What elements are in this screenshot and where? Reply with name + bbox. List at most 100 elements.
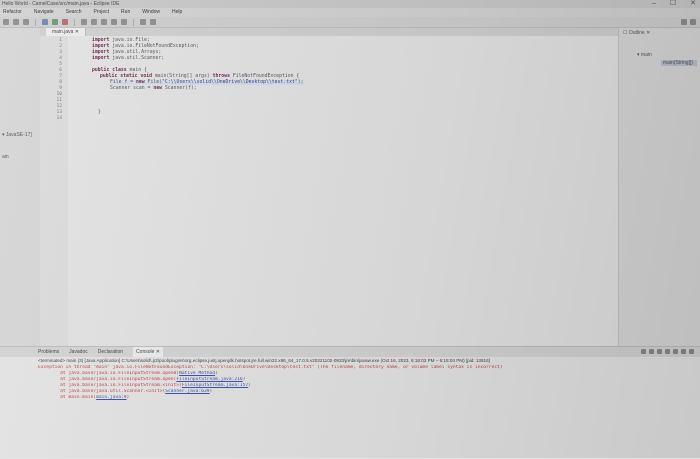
line-number: 10: [56, 92, 62, 97]
remove-launch-icon[interactable]: [649, 349, 654, 354]
tab-problems[interactable]: Problems: [38, 347, 59, 357]
back-icon[interactable]: [140, 19, 146, 25]
new-package-icon[interactable]: [91, 19, 97, 25]
code-line-3[interactable]: import java.util.Arrays;: [92, 50, 161, 55]
stack-frame-text: at java.base/java.io.FileInputStream.<in…: [38, 383, 182, 388]
line-number: 2: [59, 44, 62, 49]
code-line-2[interactable]: import java.io.FileNotFoundException;: [92, 44, 199, 49]
scroll-lock-icon[interactable]: [665, 349, 670, 354]
code-token: java.io.FileNotFoundException;: [109, 44, 199, 49]
window-title: Hello World - CamelCase/src/main.java - …: [2, 1, 120, 7]
code-token: File(: [144, 80, 162, 85]
outline-item-main-method[interactable]: main(String[]): [663, 60, 693, 66]
new-java-project-icon[interactable]: [81, 19, 87, 25]
stack-frame-text: ): [209, 389, 213, 394]
open-type-icon[interactable]: [111, 19, 117, 25]
stack-trace-line: at java.base/java.util.Scanner.<init>(Sc…: [38, 389, 212, 394]
keyword-token: import: [92, 50, 110, 55]
package-explorer: ▾ JavaSE-17] ain: [0, 28, 41, 346]
save-icon[interactable]: [13, 19, 19, 25]
display-console-icon[interactable]: [681, 349, 686, 354]
line-number: 5: [59, 62, 62, 67]
new-class-icon[interactable]: [101, 19, 107, 25]
debug-icon[interactable]: [42, 19, 48, 25]
jre-library-item[interactable]: ▾ JavaSE-17]: [2, 132, 32, 138]
outline-panel: ☐ Outline ✕ ▾ main main(String[]): [618, 28, 700, 346]
clear-console-icon[interactable]: [657, 349, 662, 354]
stack-frame-link[interactable]: Native Method: [179, 371, 215, 376]
code-token: Scanner scan =: [110, 86, 154, 91]
code-line-1[interactable]: import java.io.File;: [92, 38, 150, 43]
code-line-13[interactable]: }: [98, 110, 101, 115]
menubar: Refactor Navigate Search Project Run Win…: [0, 8, 700, 17]
keyword-token: new: [153, 86, 162, 91]
menu-project[interactable]: Project: [93, 8, 109, 17]
stack-frame-link[interactable]: FileInputStream.java:157: [182, 383, 248, 388]
stack-frame-text: ): [248, 383, 252, 388]
outline-tab[interactable]: ☐ Outline ✕: [623, 30, 650, 36]
code-line-8[interactable]: File f = new File("C:\\Users\\solid\\One…: [110, 80, 304, 85]
menu-help[interactable]: Help: [172, 8, 182, 17]
window-titlebar: Hello World - CamelCase/src/main.java - …: [0, 0, 700, 8]
stack-frame-link[interactable]: Scanner.java:639: [165, 389, 209, 394]
exception-message: Exception in thread "main" java.io.FileN…: [38, 365, 503, 370]
keyword-token: public class: [92, 68, 127, 73]
line-number: 4: [59, 56, 62, 61]
terminate-icon[interactable]: [641, 349, 646, 354]
code-token: File f =: [110, 80, 136, 85]
line-number: 1: [59, 38, 62, 43]
menu-search[interactable]: Search: [66, 8, 82, 17]
stop-icon[interactable]: [62, 19, 68, 25]
code-line-7[interactable]: public static void main(String[] args) t…: [100, 74, 299, 79]
keyword-token: new: [136, 80, 145, 85]
toolbar-divider: [35, 18, 36, 26]
menu-refactor[interactable]: Refactor: [3, 8, 22, 17]
search-icon[interactable]: [121, 19, 127, 25]
source-folder-item[interactable]: ain: [2, 154, 9, 160]
perspective-java-icon[interactable]: [681, 19, 687, 25]
code-line-4[interactable]: import java.util.Scanner;: [92, 56, 164, 61]
stack-frame-link[interactable]: main.java:9: [96, 395, 126, 400]
minimize-icon[interactable]: –: [652, 0, 656, 8]
close-icon[interactable]: ✕: [690, 0, 696, 8]
editor-tab-main-java[interactable]: main.java ✕: [46, 28, 86, 36]
menu-window[interactable]: Window: [142, 8, 160, 17]
minimize-view-icon[interactable]: [689, 349, 694, 354]
console-toolbar: [641, 349, 694, 354]
string-literal: "C:\\Users\\solid\\OneDrive\\Desktop\\te…: [162, 80, 298, 85]
window-controls: – ☐ ✕: [652, 0, 696, 8]
code-token: FileNotFoundException {: [229, 74, 300, 79]
tab-javadoc[interactable]: Javadoc: [69, 347, 88, 357]
keyword-token: public static void: [100, 74, 152, 79]
menu-run[interactable]: Run: [121, 8, 130, 17]
code-token: java.util.Scanner;: [109, 56, 165, 61]
perspective-debug-icon[interactable]: [690, 19, 696, 25]
pin-console-icon[interactable]: [673, 349, 678, 354]
code-line-9[interactable]: Scanner scan = new Scanner(f);: [110, 86, 197, 91]
menu-navigate[interactable]: Navigate: [34, 8, 54, 17]
stack-frame-link[interactable]: FileInputStream.java:216: [176, 377, 242, 382]
tab-console[interactable]: Console ✕: [133, 347, 163, 357]
save-all-icon[interactable]: [23, 19, 29, 25]
perspective-bar: [681, 19, 696, 25]
line-number: 6: [59, 68, 62, 73]
stack-frame-text: ): [215, 371, 218, 376]
run-icon[interactable]: [52, 19, 58, 25]
code-token: java.util.Arrays;: [109, 50, 162, 55]
stack-frame-text: at java.base/java.util.Scanner.<init>(: [38, 389, 166, 394]
code-editor: main.java ✕ 1 2 3 4 5 6 7 8 9 10 11 12 1…: [40, 28, 618, 346]
stack-frame-text: ): [126, 395, 130, 400]
stack-trace-line: at java.base/java.io.FileInputStream.ope…: [38, 377, 245, 382]
stack-frame-text: at main.main(: [38, 395, 97, 400]
code-line-6[interactable]: public class main {: [92, 68, 147, 73]
keyword-token: import: [92, 38, 110, 43]
stack-trace-line: at java.base/java.io.FileInputStream.ope…: [38, 371, 218, 376]
line-number: 7: [59, 74, 62, 79]
new-icon[interactable]: [3, 19, 9, 25]
forward-icon[interactable]: [150, 19, 156, 25]
outline-item-main-class[interactable]: ▾ main: [637, 52, 652, 58]
console-tabstrip: Problems Javadoc Declaration Console ✕: [0, 347, 700, 357]
tab-declaration[interactable]: Declaration: [98, 347, 123, 357]
maximize-icon[interactable]: ☐: [670, 0, 676, 8]
code-token: Scanner(f);: [162, 86, 197, 91]
